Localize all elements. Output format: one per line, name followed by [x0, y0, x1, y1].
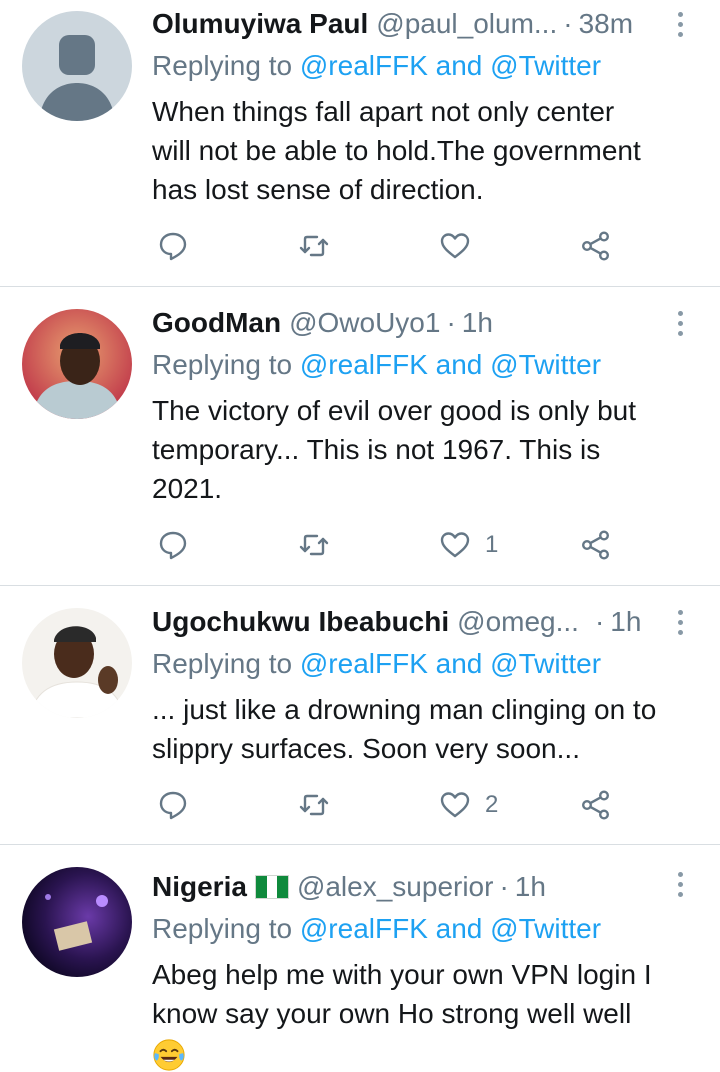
like-button[interactable]: 1	[439, 525, 498, 565]
reply-mentions-link[interactable]: @realFFK and @Twitter	[300, 913, 601, 944]
heart-icon	[440, 792, 470, 818]
speech-bubble-icon	[159, 232, 187, 261]
tweet-text-line: Abeg help me with your own VPN login I	[152, 959, 652, 990]
tweet-header: GoodMan @OwoUyo1 · 1h	[152, 303, 662, 343]
retweet-button[interactable]	[298, 785, 330, 825]
tweet-text: The victory of evil over good is only bu…	[152, 391, 690, 508]
separator-dot: ·	[499, 871, 509, 902]
replying-to: Replying to @realFFK and @Twitter	[152, 46, 601, 86]
tweet-text-line: When things fall apart not only center	[152, 96, 615, 127]
tweet-text-line: The victory of evil over good is only bu…	[152, 395, 637, 426]
like-count: 1	[485, 531, 499, 558]
like-button[interactable]: 2	[439, 785, 498, 825]
more-options-icon[interactable]	[670, 602, 690, 642]
timestamp[interactable]: 1h	[515, 867, 546, 907]
timestamp[interactable]: 1h	[462, 303, 493, 343]
retweet-icon	[299, 534, 329, 556]
replying-to: Replying to @realFFK and @Twitter	[152, 644, 601, 684]
replying-to: Replying to @realFFK and @Twitter	[152, 345, 601, 385]
retweet-button[interactable]	[298, 226, 330, 266]
like-count: 2	[485, 791, 499, 818]
tweet-card[interactable]: Nigeria @alex_superior · 1h Replying to …	[0, 845, 720, 1071]
more-options-icon[interactable]	[670, 303, 690, 343]
reply-mentions-link[interactable]: @realFFK and @Twitter	[300, 349, 601, 380]
share-button[interactable]	[580, 226, 612, 266]
user-handle[interactable]: @OwoUyo1	[289, 303, 440, 343]
replying-to-label: Replying to	[152, 349, 293, 380]
replying-to-label: Replying to	[152, 648, 293, 679]
nigeria-flag-icon	[254, 875, 289, 899]
reply-mentions-link[interactable]: @realFFK and @Twitter	[300, 50, 601, 81]
user-handle[interactable]: @omeg...	[457, 602, 579, 642]
more-options-icon[interactable]	[670, 864, 690, 904]
tweet-text-line: slippry surfaces. Soon very soon...	[152, 733, 580, 764]
avatar[interactable]	[22, 309, 132, 419]
tweet-card[interactable]: Olumuyiwa Paul @paul_olum... · 38m Reply…	[0, 0, 720, 287]
display-name[interactable]: Nigeria	[152, 867, 247, 907]
display-name[interactable]: Olumuyiwa Paul	[152, 4, 368, 44]
tweet-text-line: will not be able to hold.The government	[152, 135, 641, 166]
reply-button[interactable]	[157, 785, 189, 825]
heart-icon	[440, 233, 470, 259]
tweet-header: Ugochukwu Ibeabuchi @omeg... · 1h	[152, 602, 662, 642]
tweet-text-line: has lost sense of direction.	[152, 174, 484, 205]
share-icon	[582, 790, 610, 820]
display-name[interactable]: GoodMan	[152, 303, 281, 343]
user-handle[interactable]: @paul_olum...	[376, 4, 557, 44]
avatar-default[interactable]	[22, 11, 132, 121]
reply-button[interactable]	[157, 226, 189, 266]
avatar[interactable]	[22, 867, 132, 977]
tweet-text-line: 2021.	[152, 473, 223, 504]
more-options-icon[interactable]	[670, 4, 690, 44]
tweet-text-line: know say your own Ho strong well well	[152, 998, 632, 1029]
timestamp[interactable]: 38m	[579, 4, 633, 44]
tweet-text-line: ... just like a drowning man clinging on…	[152, 694, 657, 725]
display-name[interactable]: Ugochukwu Ibeabuchi	[152, 602, 449, 642]
separator-dot: ·	[446, 307, 456, 338]
share-icon	[582, 530, 610, 560]
tweet-header: Nigeria @alex_superior · 1h	[152, 867, 662, 907]
speech-bubble-icon	[159, 791, 187, 820]
replying-to-label: Replying to	[152, 913, 293, 944]
speech-bubble-icon	[159, 531, 187, 560]
share-button[interactable]	[580, 785, 612, 825]
tweet-text: When things fall apart not only center w…	[152, 92, 690, 209]
retweet-button[interactable]	[298, 525, 330, 565]
share-button[interactable]	[580, 525, 612, 565]
user-handle[interactable]: @alex_superior	[297, 867, 494, 907]
reply-mentions-link[interactable]: @realFFK and @Twitter	[300, 648, 601, 679]
tears-of-joy-emoji	[153, 1039, 185, 1071]
tweet-text-line	[152, 1033, 690, 1072]
tweet-text: ... just like a drowning man clinging on…	[152, 690, 690, 768]
timestamp[interactable]: 1h	[610, 602, 641, 642]
tweet-card[interactable]: Ugochukwu Ibeabuchi @omeg... · 1h Replyi…	[0, 586, 720, 845]
tweet-header: Olumuyiwa Paul @paul_olum... · 38m	[152, 4, 662, 44]
tweet-text: Abeg help me with your own VPN login I k…	[152, 955, 690, 1072]
tweet-actions: 1	[0, 525, 720, 565]
avatar[interactable]	[22, 608, 132, 718]
separator-dot: ·	[563, 8, 573, 39]
replying-to: Replying to @realFFK and @Twitter	[152, 909, 601, 949]
retweet-icon	[299, 235, 329, 257]
tweet-text-line: temporary... This is not 1967. This is	[152, 434, 601, 465]
heart-icon	[440, 532, 470, 558]
separator-dot: ·	[594, 606, 605, 637]
replying-to-label: Replying to	[152, 50, 293, 81]
tweet-card[interactable]: GoodMan @OwoUyo1 · 1h Replying to @realF…	[0, 287, 720, 586]
tweet-actions: 2	[0, 785, 720, 825]
reply-button[interactable]	[157, 525, 189, 565]
share-icon	[582, 231, 610, 261]
tweet-actions	[0, 226, 720, 266]
retweet-icon	[299, 794, 329, 816]
like-button[interactable]	[439, 226, 485, 266]
